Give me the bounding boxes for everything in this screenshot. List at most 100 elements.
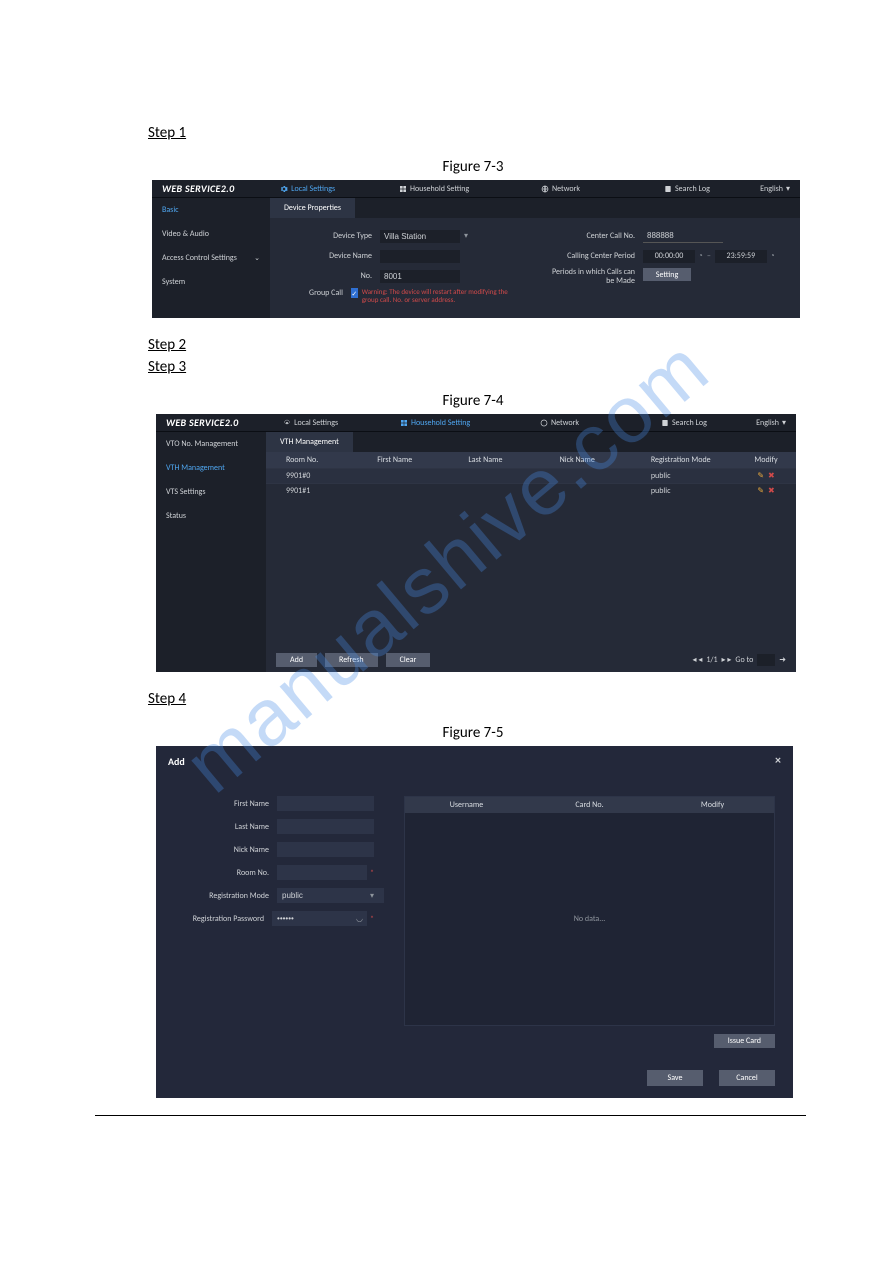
table-row: 9901#0 public ✎ ✖ bbox=[266, 468, 796, 483]
app-logo: WEB SERVICE2.0 bbox=[156, 416, 248, 429]
room-no-input[interactable] bbox=[277, 865, 367, 880]
tab-device-properties[interactable]: Device Properties bbox=[270, 198, 355, 218]
edit-icon[interactable]: ✎ bbox=[757, 486, 764, 496]
delete-icon[interactable]: ✖ bbox=[768, 486, 775, 496]
clock-icon: ◔ bbox=[770, 251, 775, 261]
sidebar-item-access-control[interactable]: Access Control Settings ⌄ bbox=[152, 246, 270, 270]
issue-card-button[interactable]: Issue Card bbox=[714, 1034, 775, 1048]
chevron-down-icon: ▾ bbox=[782, 418, 786, 428]
cell-room: 9901#0 bbox=[266, 471, 371, 481]
app-logo: WEB SERVICE2.0 bbox=[152, 182, 244, 195]
period-separator: – bbox=[707, 251, 711, 261]
col-username: Username bbox=[405, 800, 528, 810]
calling-center-period-label: Calling Center Period bbox=[545, 251, 635, 261]
clear-button[interactable]: Clear bbox=[386, 653, 431, 667]
last-name-input[interactable] bbox=[277, 819, 374, 834]
close-icon[interactable]: × bbox=[775, 754, 781, 768]
nav-network[interactable]: Network bbox=[497, 184, 623, 194]
table-footer: Add Refresh Clear ◂ ◂ 1/1 ▸ ▸ Go to ➜ bbox=[266, 648, 796, 672]
sidebar-item-status[interactable]: Status bbox=[156, 504, 266, 528]
top-nav: WEB SERVICE2.0 Local Settings Household … bbox=[152, 180, 800, 198]
eye-icon[interactable]: ◡ bbox=[352, 914, 367, 924]
modal-footer: Save Cancel bbox=[156, 1058, 793, 1098]
setting-button[interactable]: Setting bbox=[643, 268, 691, 281]
main-panel: VTH Management Room No. First Name Last … bbox=[266, 432, 796, 672]
sidebar: VTO No. Management VTH Management VTS Se… bbox=[156, 432, 266, 672]
cell-modify: ✎ ✖ bbox=[736, 486, 796, 496]
group-call-label: Group Call bbox=[282, 288, 343, 298]
sidebar-item-video-audio[interactable]: Video & Audio bbox=[152, 222, 270, 246]
required-marker: * bbox=[370, 914, 374, 924]
period-from-input[interactable]: 00:00:00 bbox=[643, 250, 695, 263]
nav-network-label: Network bbox=[551, 418, 579, 428]
registration-mode-select[interactable]: public bbox=[277, 888, 384, 903]
first-name-input[interactable] bbox=[277, 796, 374, 811]
card-table-header: Username Card No. Modify bbox=[405, 797, 774, 813]
step-1-heading: Step 1 bbox=[148, 124, 798, 142]
periods-calls-label: Periods in which Calls can be Made bbox=[545, 268, 635, 286]
col-nick-name: Nick Name bbox=[554, 455, 645, 465]
sidebar-item-vts-settings[interactable]: VTS Settings bbox=[156, 480, 266, 504]
cell-modify: ✎ ✖ bbox=[736, 471, 796, 481]
center-call-no-label: Center Call No. bbox=[545, 231, 635, 241]
add-button[interactable]: Add bbox=[276, 653, 317, 667]
pager-prev-icon[interactable]: ◂ ◂ bbox=[693, 655, 703, 665]
pager-next-icon[interactable]: ▸ ▸ bbox=[722, 655, 732, 665]
refresh-button[interactable]: Refresh bbox=[325, 653, 378, 667]
sidebar-item-vth-management[interactable]: VTH Management bbox=[156, 456, 266, 480]
gear-icon bbox=[283, 419, 291, 427]
clock-icon: ◔ bbox=[698, 251, 703, 261]
card-table: Username Card No. Modify No data... bbox=[404, 796, 775, 1026]
center-call-no-input[interactable] bbox=[643, 230, 723, 243]
sidebar-item-system[interactable]: System bbox=[152, 270, 270, 294]
nav-local-settings[interactable]: Local Settings bbox=[248, 418, 372, 428]
registration-mode-label: Registration Mode bbox=[174, 891, 269, 901]
nav-local-label: Local Settings bbox=[291, 184, 335, 194]
nav-search-log[interactable]: Search Log bbox=[622, 418, 746, 428]
sidebar-item-vto-management[interactable]: VTO No. Management bbox=[156, 432, 266, 456]
pager-goto-input[interactable] bbox=[757, 654, 775, 666]
nav-network[interactable]: Network bbox=[497, 418, 621, 428]
nav-search-log[interactable]: Search Log bbox=[624, 184, 750, 194]
device-name-input[interactable] bbox=[380, 250, 460, 263]
period-to-input[interactable]: 23:59:59 bbox=[715, 250, 767, 263]
form-left-col: Device Type Villa Station ▾ Device Name … bbox=[282, 228, 525, 308]
screenshot-vth-management: WEB SERVICE2.0 Local Settings Household … bbox=[156, 414, 796, 672]
household-icon bbox=[400, 419, 408, 427]
nav-local-settings[interactable]: Local Settings bbox=[244, 184, 370, 194]
page-footer-rule bbox=[95, 1115, 806, 1116]
registration-password-input[interactable] bbox=[272, 911, 352, 926]
table-row: 9901#1 public ✎ ✖ bbox=[266, 483, 796, 498]
globe-icon bbox=[541, 185, 549, 193]
top-nav: WEB SERVICE2.0 Local Settings Household … bbox=[156, 414, 796, 432]
device-properties-form: Device Type Villa Station ▾ Device Name … bbox=[270, 218, 800, 318]
nick-name-input[interactable] bbox=[277, 842, 374, 857]
device-no-input[interactable] bbox=[380, 270, 460, 283]
col-modify: Modify bbox=[651, 800, 774, 810]
tab-vth-management[interactable]: VTH Management bbox=[266, 432, 353, 452]
group-call-warning: Warning: The device will restart after m… bbox=[362, 288, 525, 303]
sidebar-item-basic[interactable]: Basic bbox=[152, 198, 270, 222]
pager-jump-icon[interactable]: ➜ bbox=[779, 655, 786, 665]
edit-icon[interactable]: ✎ bbox=[757, 471, 764, 481]
language-selector[interactable]: English ▾ bbox=[746, 418, 796, 428]
modal-header: Add × bbox=[156, 746, 793, 776]
col-registration-mode: Registration Mode bbox=[645, 455, 736, 465]
language-label: English bbox=[756, 418, 779, 428]
figure-7-5-caption: Figure 7-5 bbox=[148, 724, 798, 742]
nav-household-setting[interactable]: Household Setting bbox=[373, 418, 497, 428]
save-button[interactable]: Save bbox=[647, 1070, 703, 1086]
group-call-checkbox[interactable]: ✓ bbox=[351, 288, 358, 298]
figure-7-3-caption: Figure 7-3 bbox=[148, 158, 798, 176]
cancel-button[interactable]: Cancel bbox=[719, 1070, 775, 1086]
col-first-name: First Name bbox=[371, 455, 462, 465]
nav-household-label: Household Setting bbox=[410, 184, 469, 194]
language-selector[interactable]: English ▾ bbox=[750, 184, 800, 194]
delete-icon[interactable]: ✖ bbox=[768, 471, 775, 481]
nav-household-setting[interactable]: Household Setting bbox=[371, 184, 497, 194]
device-type-select[interactable]: Villa Station bbox=[380, 230, 460, 243]
modal-form: First Name Last Name Nick Name Room No. … bbox=[174, 796, 374, 1048]
page-body: Step 1 Figure 7-3 WEB SERVICE2.0 Local S… bbox=[0, 0, 893, 1098]
household-icon bbox=[399, 185, 407, 193]
room-no-label: Room No. bbox=[174, 868, 269, 878]
